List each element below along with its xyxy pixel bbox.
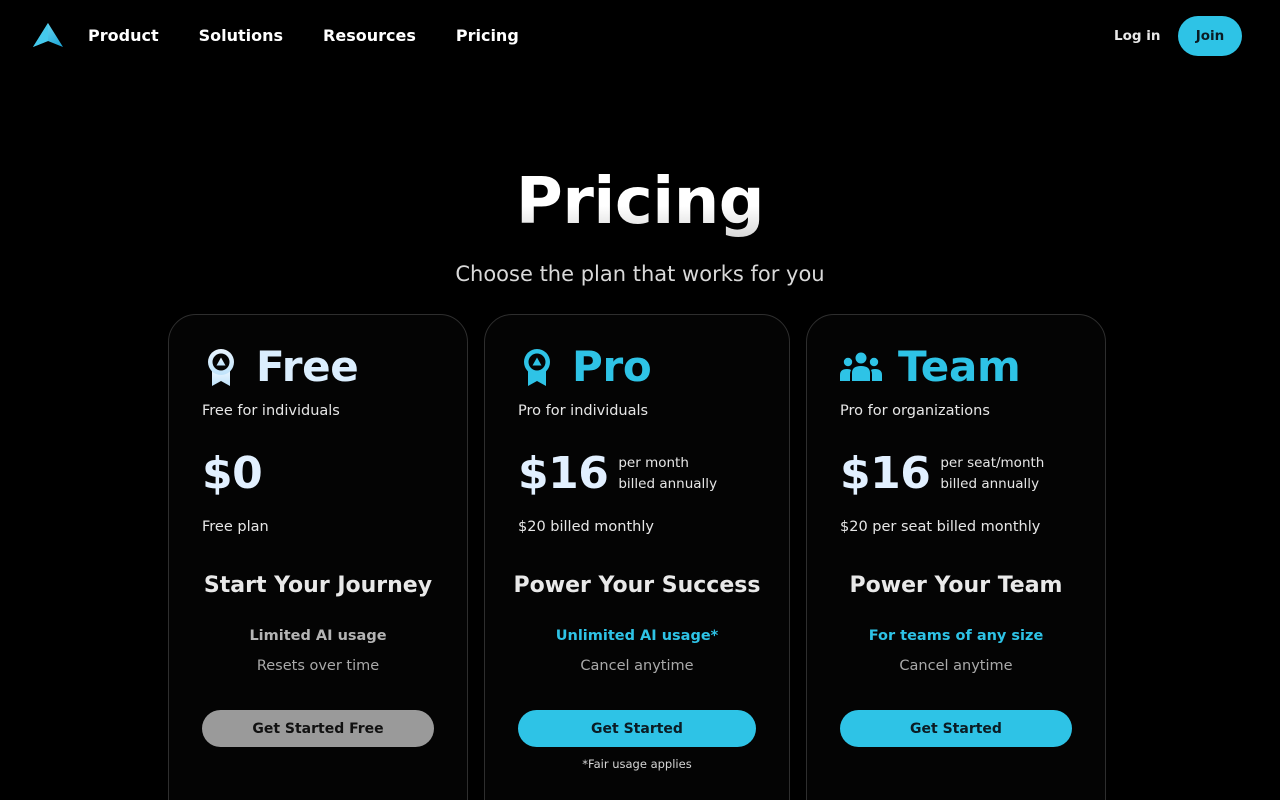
plan-headline: Start Your Journey bbox=[203, 573, 433, 598]
plan-price: $16 bbox=[518, 448, 609, 499]
billing-note: Free plan bbox=[202, 519, 269, 535]
plan-tagline: Pro for organizations bbox=[840, 403, 990, 419]
join-button[interactable]: Join bbox=[1178, 16, 1242, 56]
plan-tagline: Free for individuals bbox=[202, 403, 340, 419]
plan-price: $16 bbox=[840, 448, 931, 499]
price-note: per seat/month billed annually bbox=[940, 453, 1044, 495]
price-period: per month bbox=[618, 455, 689, 471]
plan-headline: Power Your Success bbox=[513, 573, 761, 598]
plan-header: Free bbox=[202, 343, 359, 391]
nav-link-solutions[interactable]: Solutions bbox=[199, 24, 283, 48]
get-started-pro-button[interactable]: Get Started bbox=[518, 710, 756, 747]
plan-tagline: Pro for individuals bbox=[518, 403, 649, 419]
plan-header: Pro bbox=[518, 342, 652, 391]
plan-card-pro: Pro Pro for individuals $16 per month bi… bbox=[484, 314, 790, 800]
brand-logo-icon[interactable] bbox=[32, 22, 64, 50]
price-row: $16 per month billed annually bbox=[518, 449, 717, 499]
get-started-team-button[interactable]: Get Started bbox=[840, 710, 1072, 747]
nav-link-resources[interactable]: Resources bbox=[323, 24, 416, 48]
price-row: $16 per seat/month billed annually bbox=[840, 449, 1044, 499]
price-row: $0 bbox=[202, 448, 263, 499]
plan-headline: Power Your Team bbox=[849, 573, 1063, 598]
nav-link-product[interactable]: Product bbox=[88, 24, 159, 48]
nav-links: Product Solutions Resources Pricing bbox=[88, 24, 519, 48]
plan-feature-primary: Unlimited AI usage* bbox=[555, 628, 719, 644]
plan-feature-secondary: Cancel anytime bbox=[580, 658, 694, 674]
top-nav: Product Solutions Resources Pricing Log … bbox=[0, 0, 1280, 72]
nav-link-pricing[interactable]: Pricing bbox=[456, 24, 519, 48]
page-subtitle: Choose the plan that works for you bbox=[455, 262, 825, 286]
plan-feature-primary: Limited AI usage bbox=[249, 628, 387, 644]
fair-usage-footnote: *Fair usage applies bbox=[582, 757, 692, 771]
plan-feature-secondary: Resets over time bbox=[256, 658, 380, 674]
billing-note: $20 per seat billed monthly bbox=[840, 519, 1041, 535]
price-billing-cycle: billed annually bbox=[618, 476, 718, 492]
price-billing-cycle: billed annually bbox=[940, 476, 1040, 492]
plan-card-free: Free Free for individuals $0 Free plan S… bbox=[168, 314, 468, 800]
badge-icon bbox=[202, 346, 240, 388]
plan-header: Team bbox=[840, 342, 1021, 391]
get-started-free-button[interactable]: Get Started Free bbox=[202, 710, 434, 747]
plan-price: $0 bbox=[202, 448, 263, 499]
login-link[interactable]: Log in bbox=[1114, 26, 1160, 46]
team-icon bbox=[840, 346, 882, 388]
price-note: per month billed annually bbox=[618, 453, 717, 495]
badge-icon bbox=[518, 346, 556, 388]
billing-note: $20 billed monthly bbox=[518, 519, 654, 535]
price-period: per seat/month bbox=[940, 455, 1045, 471]
plan-name: Team bbox=[898, 342, 1021, 391]
plan-name: Pro bbox=[572, 342, 652, 391]
plan-name: Free bbox=[256, 342, 359, 391]
plan-feature-primary: For teams of any size bbox=[868, 628, 1044, 644]
plan-feature-secondary: Cancel anytime bbox=[899, 658, 1013, 674]
page-title: Pricing bbox=[0, 160, 1280, 244]
plan-card-team: Team Pro for organizations $16 per seat/… bbox=[806, 314, 1106, 800]
